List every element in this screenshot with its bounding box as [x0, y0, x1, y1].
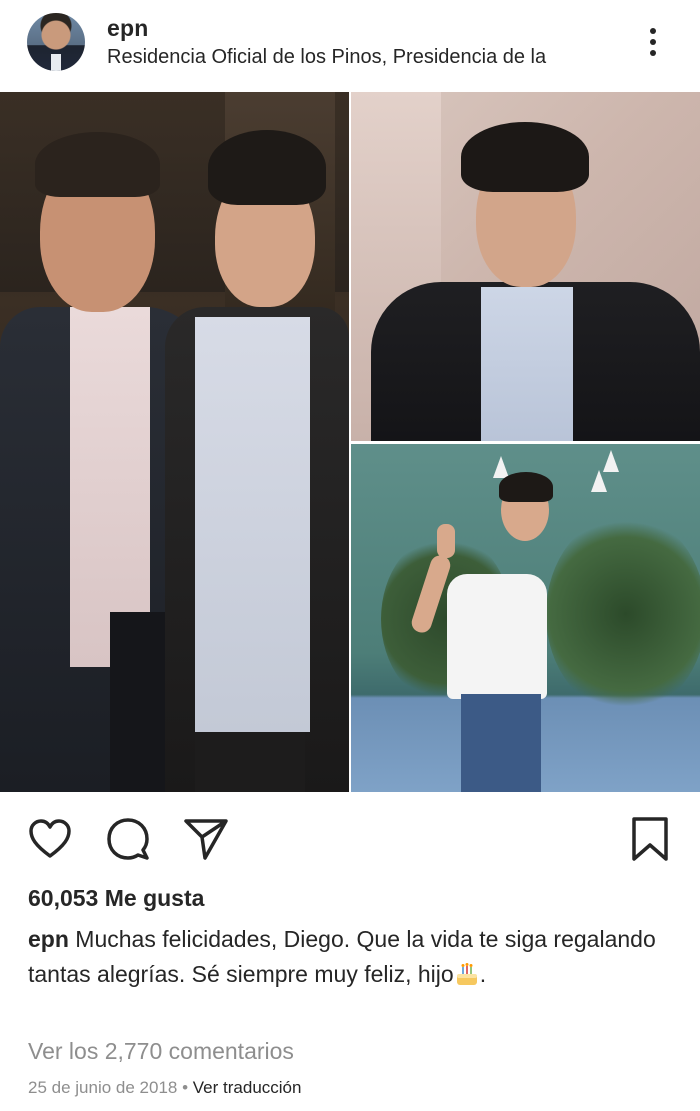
avatar[interactable] — [27, 13, 85, 71]
likes-count[interactable]: 60,053 Me gusta — [28, 885, 204, 912]
caption-username[interactable]: epn — [28, 926, 69, 952]
more-options-icon[interactable] — [640, 22, 666, 62]
post-date: 25 de junio de 2018 — [28, 1078, 178, 1097]
bookmark-icon[interactable] — [627, 816, 673, 862]
post-location[interactable]: Residencia Oficial de los Pinos, Preside… — [107, 46, 627, 69]
caption: epn Muchas felicidades, Diego. Que la vi… — [28, 922, 668, 992]
post-image[interactable] — [0, 92, 700, 792]
caption-end: . — [479, 961, 487, 987]
heart-icon[interactable] — [27, 816, 73, 862]
post-meta: 25 de junio de 2018 • Ver traducción — [28, 1078, 301, 1098]
action-bar — [0, 808, 700, 868]
translate-link[interactable]: Ver traducción — [193, 1078, 302, 1097]
view-comments-link[interactable]: Ver los 2,770 comentarios — [28, 1038, 294, 1065]
caption-text: Muchas felicidades, Diego. Que la vida t… — [28, 926, 656, 987]
meta-separator: • — [182, 1078, 189, 1097]
post-header: epn Residencia Oficial de los Pinos, Pre… — [0, 0, 700, 92]
comment-bubble-icon[interactable] — [105, 816, 151, 862]
post-username[interactable]: epn — [107, 15, 149, 42]
photo-bottom-right — [351, 444, 700, 792]
photo-left — [0, 92, 349, 792]
paper-plane-icon[interactable] — [183, 816, 229, 862]
birthday-cake-emoji — [454, 961, 480, 987]
photo-top-right — [351, 92, 700, 441]
